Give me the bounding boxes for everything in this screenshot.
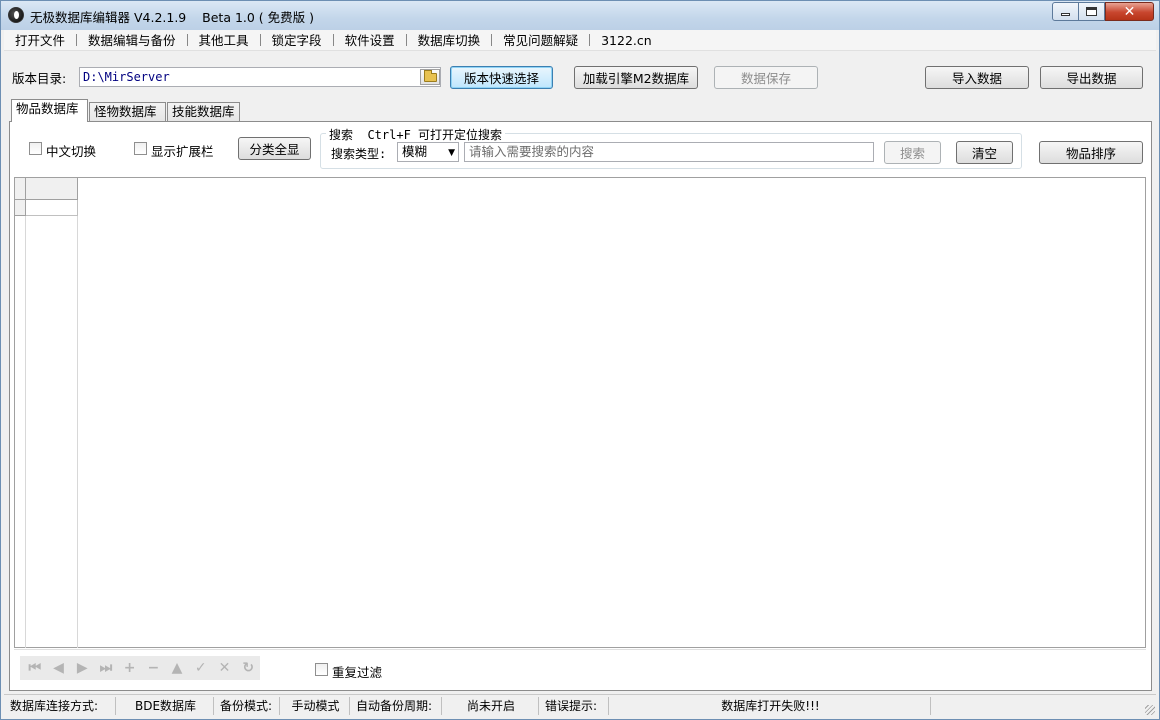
show-all-categories-button[interactable]: 分类全显 bbox=[238, 137, 311, 160]
close-button[interactable]: ✕ bbox=[1105, 2, 1154, 21]
repeat-filter-label: 重复过滤 bbox=[332, 665, 383, 680]
grid-row-indicator[interactable] bbox=[15, 200, 26, 216]
resize-grip-icon[interactable] bbox=[1145, 705, 1155, 715]
minimize-icon bbox=[1061, 13, 1070, 16]
version-dir-label: 版本目录: bbox=[12, 71, 67, 86]
import-data-button[interactable]: 导入数据 bbox=[925, 66, 1029, 89]
navigator-bar: ⏮ ◀ ▶ ⏭ + − ▲ ✓ ✕ ↻ 重复过滤 bbox=[14, 649, 1146, 687]
insert-record-icon[interactable]: + bbox=[118, 657, 142, 679]
last-record-icon[interactable]: ⏭ bbox=[94, 657, 118, 679]
version-dir-input[interactable]: D:\MirServer bbox=[79, 67, 441, 87]
menu-open-file[interactable]: 打开文件 bbox=[4, 30, 76, 51]
repeat-filter-checkbox[interactable] bbox=[315, 663, 328, 676]
close-icon: ✕ bbox=[1123, 3, 1136, 20]
app-window: 无极数据库编辑器 V4.2.1.9 Beta 1.0 ( 免费版 ) ✕ 打开文… bbox=[0, 0, 1160, 720]
maximize-button[interactable] bbox=[1078, 2, 1105, 21]
chinese-toggle-checkbox[interactable] bbox=[29, 142, 42, 155]
maximize-icon bbox=[1086, 7, 1097, 16]
item-sort-button[interactable]: 物品排序 bbox=[1039, 141, 1143, 164]
toolbar: 版本目录: D:\MirServer 版本快速选择 加载引擎M2数据库 数据保存… bbox=[4, 52, 1156, 98]
clear-button[interactable]: 清空 bbox=[956, 141, 1013, 164]
status-error-label: 错误提示: bbox=[541, 697, 609, 715]
export-data-button[interactable]: 导出数据 bbox=[1040, 66, 1143, 89]
status-error-value: 数据库打开失败!!! bbox=[611, 697, 931, 715]
status-backup-value: 手动模式 bbox=[282, 697, 350, 715]
menu-settings[interactable]: 软件设置 bbox=[334, 30, 406, 51]
show-ext-label: 显示扩展栏 bbox=[151, 144, 214, 159]
menu-bar: 打开文件 数据编辑与备份 其他工具 锁定字段 软件设置 数据库切换 常见问题解疑… bbox=[4, 30, 1156, 51]
cancel-record-icon[interactable]: ✕ bbox=[213, 657, 237, 679]
save-data-button[interactable]: 数据保存 bbox=[714, 66, 818, 89]
grid-column-header[interactable] bbox=[26, 178, 78, 200]
search-group-title: 搜索 Ctrl+F 可打开定位搜索 bbox=[326, 126, 506, 143]
grid-corner bbox=[15, 178, 26, 200]
status-conn-value: BDE数据库 bbox=[118, 697, 214, 715]
window-title: 无极数据库编辑器 V4.2.1.9 Beta 1.0 ( 免费版 ) bbox=[30, 10, 315, 25]
status-auto-backup-value: 尚未开启 bbox=[444, 697, 539, 715]
item-db-panel: 中文切换 显示扩展栏 分类全显 搜索 Ctrl+F 可打开定位搜索 搜索类型: … bbox=[9, 121, 1152, 691]
edit-record-icon[interactable]: ▲ bbox=[165, 657, 189, 679]
grid-cell[interactable] bbox=[26, 200, 78, 216]
app-logo-icon bbox=[8, 7, 24, 23]
folder-icon bbox=[423, 69, 437, 82]
menu-other-tools[interactable]: 其他工具 bbox=[188, 30, 260, 51]
tab-item-db[interactable]: 物品数据库 bbox=[11, 99, 88, 122]
menu-lock-fields[interactable]: 锁定字段 bbox=[261, 30, 333, 51]
chinese-toggle-label: 中文切换 bbox=[46, 144, 97, 159]
menu-website[interactable]: 3122.cn bbox=[590, 30, 663, 51]
search-type-select[interactable]: 模糊 ▼ bbox=[397, 142, 459, 162]
quick-select-button[interactable]: 版本快速选择 bbox=[450, 66, 553, 89]
status-bar: 数据库连接方式: BDE数据库 备份模式: 手动模式 自动备份周期: 尚未开启 … bbox=[4, 694, 1156, 716]
search-type-label: 搜索类型: bbox=[331, 147, 387, 161]
menu-db-switch[interactable]: 数据库切换 bbox=[407, 30, 492, 51]
delete-record-icon[interactable]: − bbox=[142, 657, 166, 679]
search-button[interactable]: 搜索 bbox=[884, 141, 941, 164]
load-m2-db-button[interactable]: 加载引擎M2数据库 bbox=[574, 66, 698, 89]
grid-column-divider bbox=[26, 216, 78, 648]
search-type-value: 模糊 bbox=[402, 144, 428, 159]
post-record-icon[interactable]: ✓ bbox=[189, 657, 213, 679]
tab-monster-db[interactable]: 怪物数据库 bbox=[89, 102, 166, 121]
menu-data-edit-backup[interactable]: 数据编辑与备份 bbox=[77, 30, 187, 51]
refresh-record-icon[interactable]: ↻ bbox=[236, 657, 260, 679]
title-bar[interactable]: 无极数据库编辑器 V4.2.1.9 Beta 1.0 ( 免费版 ) ✕ bbox=[1, 1, 1159, 30]
db-navigator: ⏮ ◀ ▶ ⏭ + − ▲ ✓ ✕ ↻ bbox=[20, 656, 260, 680]
grid-row-divider bbox=[15, 216, 26, 648]
first-record-icon[interactable]: ⏮ bbox=[23, 657, 47, 679]
data-grid[interactable] bbox=[14, 177, 1146, 648]
tab-skill-db[interactable]: 技能数据库 bbox=[167, 102, 240, 121]
prior-record-icon[interactable]: ◀ bbox=[47, 657, 71, 679]
browse-folder-button[interactable] bbox=[420, 69, 440, 85]
show-ext-checkbox[interactable] bbox=[134, 142, 147, 155]
next-record-icon[interactable]: ▶ bbox=[70, 657, 94, 679]
search-input[interactable]: 请输入需要搜索的内容 bbox=[464, 142, 874, 162]
status-auto-backup-label: 自动备份周期: bbox=[352, 697, 442, 715]
minimize-button[interactable] bbox=[1052, 2, 1079, 21]
dropdown-arrow-icon: ▼ bbox=[448, 148, 455, 158]
menu-faq[interactable]: 常见问题解疑 bbox=[492, 30, 589, 51]
status-backup-label: 备份模式: bbox=[216, 697, 280, 715]
status-conn-label: 数据库连接方式: bbox=[6, 697, 116, 715]
